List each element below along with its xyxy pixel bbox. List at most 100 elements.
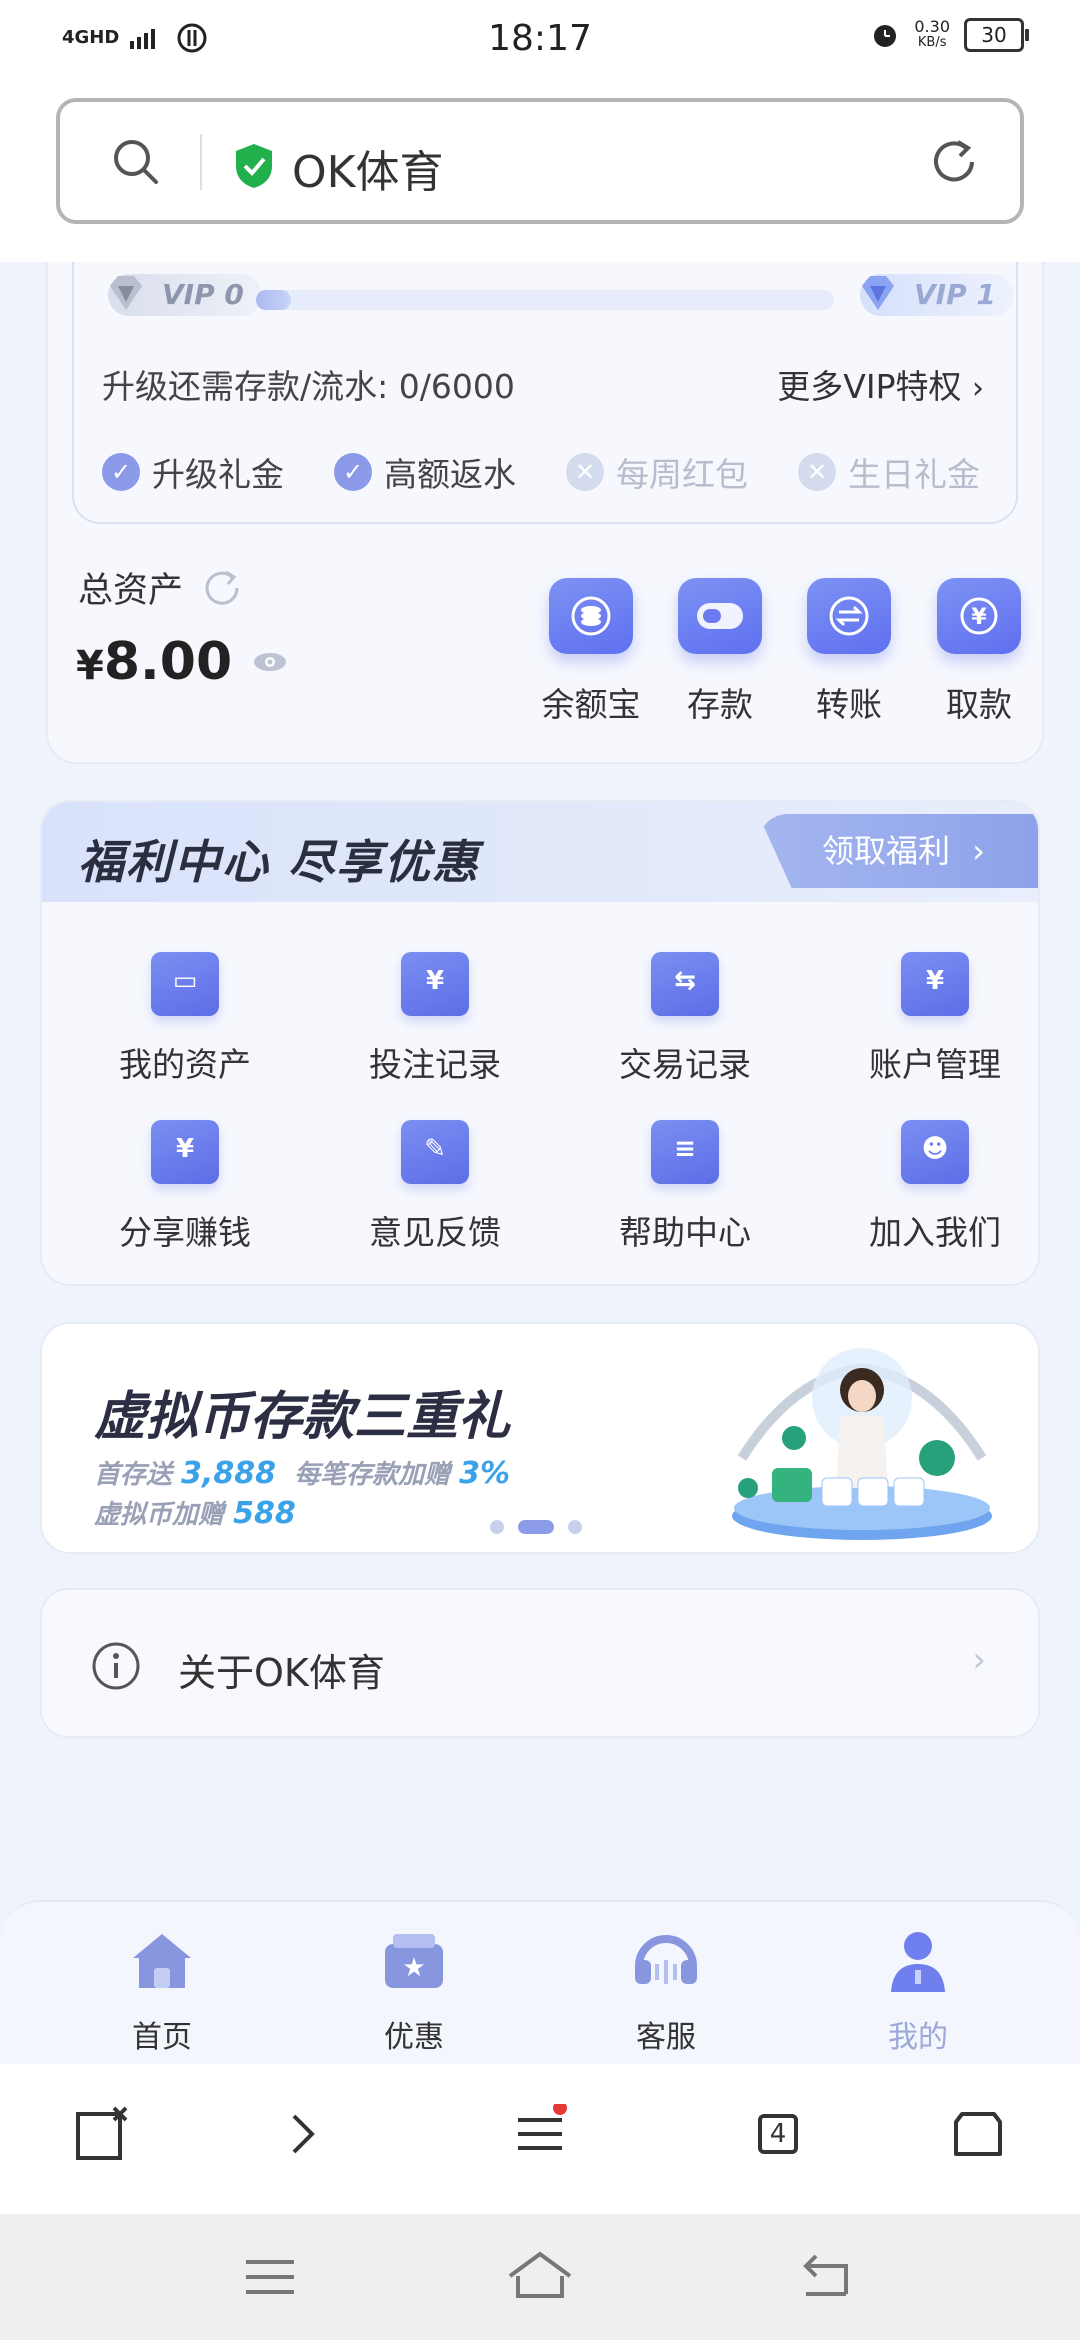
system-navigation-bar xyxy=(0,2214,1080,2340)
carousel-dot[interactable] xyxy=(490,1520,504,1534)
tab-label: 我的 xyxy=(888,2020,948,2055)
grid-label: 投注记录 xyxy=(369,1045,501,1084)
tabs-counter[interactable]: 4 xyxy=(748,2104,808,2164)
perk-check-icon: ✕ xyxy=(566,453,604,491)
chevron-right-icon: › xyxy=(972,832,985,870)
net-speed-unit: KB/s xyxy=(917,35,947,50)
upgrade-requirement: 升级还需存款/流水: 0/6000 xyxy=(102,360,515,408)
welfare-share-earn[interactable]: ¥ 分享赚钱 xyxy=(60,1120,310,1254)
browser-toolbar: 4 xyxy=(0,2064,1080,2214)
tab-count: 4 xyxy=(758,2114,798,2154)
gray-diamond-icon xyxy=(110,276,142,310)
recents-icon[interactable] xyxy=(242,2252,298,2302)
search-icon[interactable] xyxy=(110,136,162,188)
home-icon xyxy=(133,1934,191,1988)
quick-action-deposit[interactable]: 存款 xyxy=(665,578,775,726)
grid-label: 交易记录 xyxy=(619,1045,751,1084)
yen-withdraw-icon: ¥ xyxy=(937,578,1021,654)
quick-action-withdraw[interactable]: ¥ 取款 xyxy=(924,578,1034,726)
banner-line-2: 虚拟币加赠 588 xyxy=(94,1496,296,1531)
grid-label: 我的资产 xyxy=(119,1045,251,1084)
about-label: 关于OK体育 xyxy=(178,1651,385,1695)
refresh-icon[interactable] xyxy=(928,136,980,188)
welfare-bet-records[interactable]: ¥ 投注记录 xyxy=(310,952,560,1086)
svg-text:★: ★ xyxy=(402,1953,425,1983)
tab-mine[interactable]: 我的 xyxy=(838,1926,998,2056)
welfare-title: 福利中心 尽享优惠 xyxy=(78,835,481,889)
home-browser-icon[interactable] xyxy=(948,2104,1008,2164)
refresh-balance-icon[interactable] xyxy=(201,567,243,609)
perk-check-icon: ✕ xyxy=(798,453,836,491)
banner-line-1: 首存送 3,888 每笔存款加赠 3% xyxy=(94,1456,511,1491)
book-icon: ≡ xyxy=(651,1120,719,1184)
tab-home[interactable]: 首页 xyxy=(82,1926,242,2056)
welfare-transaction-records[interactable]: ⇆ 交易记录 xyxy=(560,952,810,1086)
back-icon[interactable] xyxy=(796,2252,856,2302)
tab-promotions[interactable]: ★ 优惠 xyxy=(334,1926,494,2056)
perk-item: ✕ 生日礼金 xyxy=(798,448,980,496)
welfare-feedback[interactable]: ✎ 意见反馈 xyxy=(310,1120,560,1254)
svg-text:¥: ¥ xyxy=(971,605,987,630)
grid-label: 账户管理 xyxy=(869,1045,1001,1084)
status-right: 0.30 KB/s 30 xyxy=(870,18,1029,52)
tab-label: 客服 xyxy=(636,2020,696,2055)
welfare-my-assets[interactable]: ▭ 我的资产 xyxy=(60,952,310,1086)
battery-icon: 30 xyxy=(964,18,1029,52)
perk-label: 每周红包 xyxy=(616,455,748,494)
perk-item: ✓ 升级礼金 xyxy=(102,448,284,496)
quick-action-label: 转账 xyxy=(816,685,882,724)
perk-check-icon: ✓ xyxy=(334,453,372,491)
grid-label: 分享赚钱 xyxy=(119,1213,251,1252)
vip-progress-fill xyxy=(256,290,291,310)
welfare-account-management[interactable]: ¥ 账户管理 xyxy=(810,952,1038,1086)
profile-icon xyxy=(891,1932,945,1992)
upgrade-label: 升级还需存款/流水: xyxy=(102,367,389,406)
upgrade-value: 0/6000 xyxy=(398,367,515,406)
welfare-center: 福利中心 尽享优惠 领取福利 › ▭ 我的资产 ¥ 投注记录 ⇆ 交易记录 ¥ … xyxy=(40,800,1040,1286)
claim-welfare-label: 领取福利 xyxy=(822,832,951,870)
forward-icon[interactable] xyxy=(272,2104,332,2164)
tab-support[interactable]: 客服 xyxy=(586,1926,746,2056)
banner-title: 虚拟币存款三重礼 xyxy=(94,1387,511,1447)
alarm-icon xyxy=(874,25,897,47)
tab-label: 首页 xyxy=(132,2020,192,2055)
promo-illustration xyxy=(732,1348,992,1540)
vip-progress-bar xyxy=(256,290,834,310)
quick-action-label: 取款 xyxy=(946,685,1012,724)
hand-coin-icon: ¥ xyxy=(151,1120,219,1184)
page-title: OK体育 xyxy=(292,147,444,198)
grid-label: 加入我们 xyxy=(869,1213,1001,1252)
chevron-right-icon: › xyxy=(972,371,984,406)
about-row[interactable]: 关于OK体育 › xyxy=(40,1588,1040,1738)
secure-shield-icon xyxy=(236,144,272,188)
perk-check-icon: ✓ xyxy=(102,453,140,491)
claim-welfare-button[interactable]: 领取福利 › xyxy=(758,814,1038,888)
quick-action-transfer[interactable]: 转账 xyxy=(794,578,904,726)
more-vip-link[interactable]: 更多VIP特权 › xyxy=(777,360,984,408)
wallet-card-icon xyxy=(678,578,762,654)
gift-icon: ★ xyxy=(385,1934,443,1988)
amount-value: 8.00 xyxy=(103,632,233,692)
close-tab-icon[interactable] xyxy=(72,2104,132,2164)
bet-record-icon: ¥ xyxy=(401,952,469,1016)
quick-action-yuebao[interactable]: 余额宝 xyxy=(536,578,646,726)
eye-icon[interactable] xyxy=(252,650,288,674)
carousel-dot[interactable] xyxy=(568,1520,582,1534)
address-bar[interactable]: OK体育 xyxy=(56,98,1024,224)
carousel-dots xyxy=(490,1520,582,1534)
folder-yen-icon: ¥ xyxy=(901,952,969,1016)
currency-symbol: ¥ xyxy=(76,643,104,689)
tab-label: 优惠 xyxy=(384,2020,444,2055)
coins-icon xyxy=(549,578,633,654)
welfare-help-center[interactable]: ≡ 帮助中心 xyxy=(560,1120,810,1254)
status-bar: 4GHD 18:17 0.30 KB/s 30 xyxy=(0,0,1080,84)
chevron-right-icon: › xyxy=(972,1640,986,1680)
welfare-join-us[interactable]: ☻ 加入我们 xyxy=(810,1120,1038,1254)
menu-icon[interactable] xyxy=(510,2104,570,2164)
promo-banner[interactable]: 虚拟币存款三重礼 首存送 3,888 每笔存款加赠 3% 虚拟币加赠 588 xyxy=(40,1322,1040,1554)
carousel-dot-active[interactable] xyxy=(518,1520,554,1534)
perk-item: ✓ 高额返水 xyxy=(334,448,516,496)
home-nav-icon[interactable] xyxy=(504,2246,576,2306)
assets-label: 总资产 xyxy=(78,571,184,611)
grid-label: 意见反馈 xyxy=(369,1213,501,1252)
